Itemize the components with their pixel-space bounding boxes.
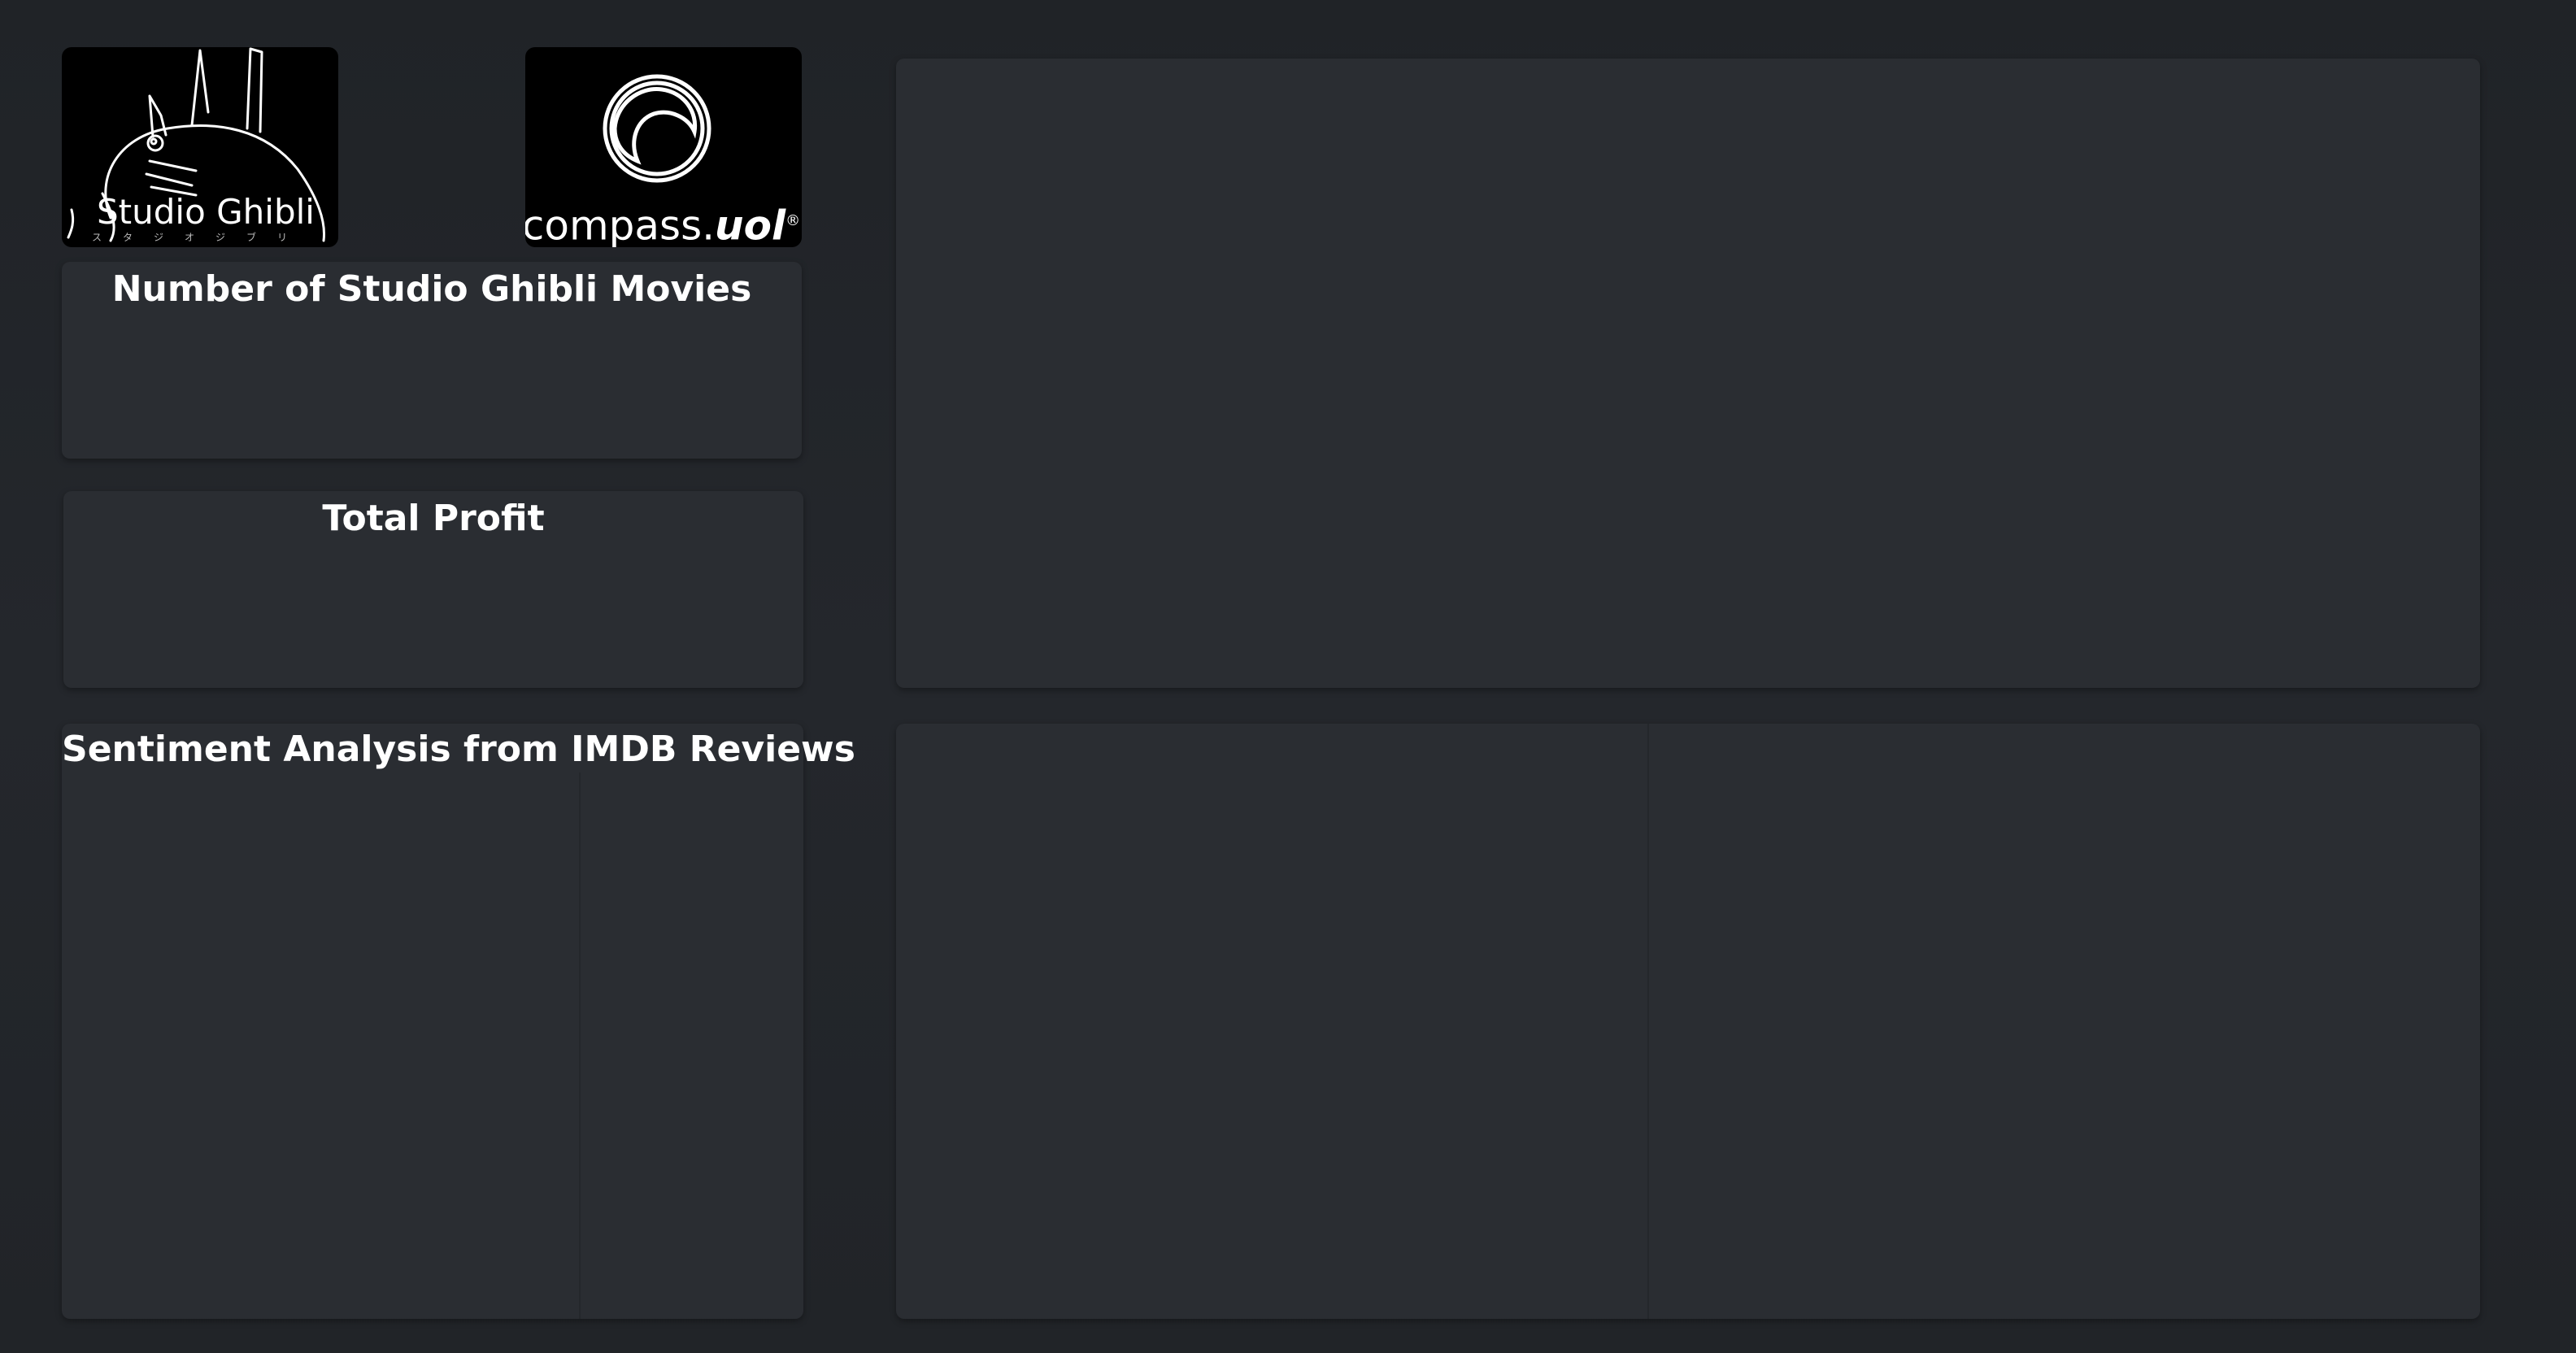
- compass-wordmark-prefix: compass.: [525, 202, 716, 247]
- movie-count-title: Number of Studio Ghibli Movies: [111, 268, 752, 310]
- total-profit-title: Total Profit: [322, 498, 545, 539]
- sentiment-title: Sentiment Analysis from IMDB Reviews: [62, 729, 855, 770]
- sentiment-panel: Sentiment Analysis from IMDB Reviews: [62, 724, 855, 1319]
- bottom-right-visual-panel: [896, 724, 2480, 1319]
- bottom-right-panel-divider: [1647, 724, 1649, 1319]
- studio-ghibli-subtitle: スタジオジブリ: [91, 232, 308, 243]
- compass-uol-wordmark: compass.uol®: [525, 198, 802, 247]
- top-right-visual-panel: [896, 59, 2480, 688]
- compass-wordmark-suffix: uol: [715, 202, 786, 247]
- studio-ghibli-logo: Studio Ghibli スタジオジブリ: [62, 47, 338, 247]
- compass-uol-logo: compass.uol®: [525, 47, 802, 247]
- movie-count-panel: Number of Studio Ghibli Movies: [62, 262, 802, 459]
- studio-ghibli-wordmark: Studio Ghibli: [97, 192, 315, 232]
- sentiment-panel-divider: [579, 772, 581, 1319]
- total-profit-panel: Total Profit: [63, 491, 803, 688]
- registered-mark: ®: [785, 212, 801, 229]
